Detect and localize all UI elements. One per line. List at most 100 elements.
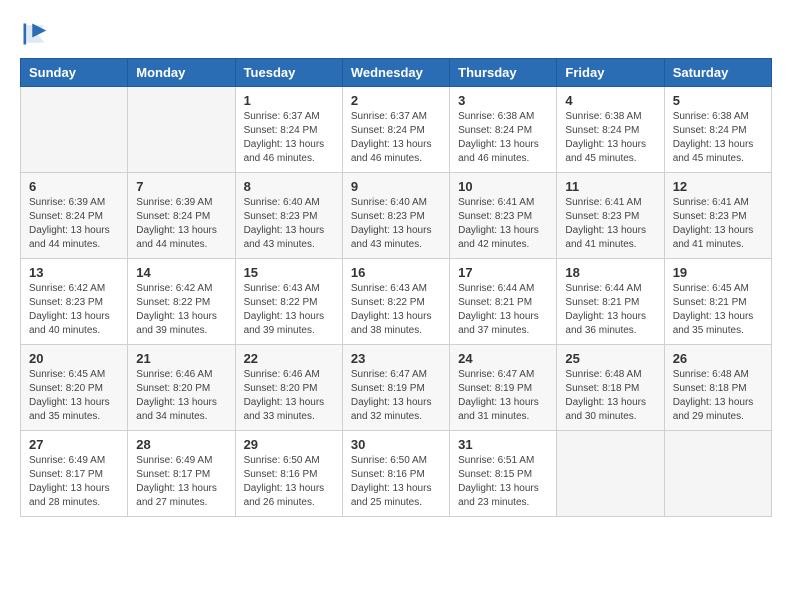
day-number: 1 [244,93,334,108]
day-number: 24 [458,351,548,366]
day-number: 31 [458,437,548,452]
day-number: 14 [136,265,226,280]
table-cell: 20 Sunrise: 6:45 AMSunset: 8:20 PMDayligh… [21,345,128,431]
table-cell: 17Sunrise: 6:44 AMSunset: 8:21 PMDayligh… [450,259,557,345]
day-number: 10 [458,179,548,194]
weekday-header-thursday: Thursday [450,59,557,87]
table-cell: 11Sunrise: 6:41 AMSunset: 8:23 PMDayligh… [557,173,664,259]
day-info: Sunrise: 6:47 AMSunset: 8:19 PMDaylight:… [351,368,441,424]
weekday-header-monday: Monday [128,59,235,87]
day-info: Sunrise: 6:42 AMSunset: 8:22 PMDaylight:… [136,282,226,338]
table-cell: 21 Sunrise: 6:46 AMSunset: 8:20 PMDayligh… [128,345,235,431]
day-info: Sunrise: 6:37 AMSunset: 8:24 PMDaylight:… [244,110,334,166]
day-info: Sunrise: 6:46 AMSunset: 8:20 PMDaylight:… [244,368,334,424]
day-number: 21 [136,351,226,366]
day-info: Sunrise: 6:39 AMSunset: 8:24 PMDaylight:… [136,196,226,252]
table-cell: 23 Sunrise: 6:47 AMSunset: 8:19 PMDayligh… [342,345,449,431]
table-cell: 4 Sunrise: 6:38 AMSunset: 8:24 PMDaylight… [557,87,664,173]
table-cell: 14 Sunrise: 6:42 AMSunset: 8:22 PMDayligh… [128,259,235,345]
day-info: Sunrise: 6:51 AMSunset: 8:15 PMDaylight:… [458,454,548,510]
day-number: 12 [673,179,763,194]
day-number: 5 [673,93,763,108]
day-info: Sunrise: 6:43 AMSunset: 8:22 PMDaylight:… [244,282,334,338]
day-number: 16 [351,265,441,280]
table-cell: 12 Sunrise: 6:41 AMSunset: 8:23 PMDayligh… [664,173,771,259]
day-info: Sunrise: 6:49 AMSunset: 8:17 PMDaylight:… [136,454,226,510]
calendar-table: SundayMondayTuesdayWednesdayThursdayFrid… [20,58,772,517]
day-info: Sunrise: 6:45 AMSunset: 8:21 PMDaylight:… [673,282,763,338]
day-info: Sunrise: 6:44 AMSunset: 8:21 PMDaylight:… [565,282,655,338]
day-info: Sunrise: 6:40 AMSunset: 8:23 PMDaylight:… [351,196,441,252]
table-cell: 9 Sunrise: 6:40 AMSunset: 8:23 PMDaylight… [342,173,449,259]
day-number: 30 [351,437,441,452]
table-cell: 2Sunrise: 6:37 AMSunset: 8:24 PMDaylight… [342,87,449,173]
table-cell: 1 Sunrise: 6:37 AMSunset: 8:24 PMDaylight… [235,87,342,173]
day-info: Sunrise: 6:38 AMSunset: 8:24 PMDaylight:… [673,110,763,166]
table-cell: 8 Sunrise: 6:40 AMSunset: 8:23 PMDaylight… [235,173,342,259]
week-row-3: 13 Sunrise: 6:42 AMSunset: 8:23 PMDayligh… [21,259,772,345]
logo-icon [20,20,48,48]
weekday-header-tuesday: Tuesday [235,59,342,87]
week-row-2: 6 Sunrise: 6:39 AMSunset: 8:24 PMDaylight… [21,173,772,259]
day-info: Sunrise: 6:45 AMSunset: 8:20 PMDaylight:… [29,368,119,424]
table-cell [21,87,128,173]
table-cell [128,87,235,173]
table-cell: 29Sunrise: 6:50 AMSunset: 8:16 PMDayligh… [235,431,342,517]
day-info: Sunrise: 6:38 AMSunset: 8:24 PMDaylight:… [458,110,548,166]
table-cell: 28 Sunrise: 6:49 AMSunset: 8:17 PMDayligh… [128,431,235,517]
day-number: 28 [136,437,226,452]
day-number: 6 [29,179,119,194]
day-info: Sunrise: 6:46 AMSunset: 8:20 PMDaylight:… [136,368,226,424]
day-info: Sunrise: 6:48 AMSunset: 8:18 PMDaylight:… [565,368,655,424]
day-info: Sunrise: 6:38 AMSunset: 8:24 PMDaylight:… [565,110,655,166]
day-info: Sunrise: 6:49 AMSunset: 8:17 PMDaylight:… [29,454,119,510]
day-number: 18 [565,265,655,280]
table-cell [664,431,771,517]
page-header [20,20,772,48]
weekday-header-row: SundayMondayTuesdayWednesdayThursdayFrid… [21,59,772,87]
table-cell: 13 Sunrise: 6:42 AMSunset: 8:23 PMDayligh… [21,259,128,345]
day-number: 22 [244,351,334,366]
day-number: 25 [565,351,655,366]
table-cell: 3 Sunrise: 6:38 AMSunset: 8:24 PMDaylight… [450,87,557,173]
table-cell: 7 Sunrise: 6:39 AMSunset: 8:24 PMDaylight… [128,173,235,259]
day-number: 26 [673,351,763,366]
weekday-header-wednesday: Wednesday [342,59,449,87]
table-cell: 6Sunrise: 6:39 AMSunset: 8:24 PMDaylight… [21,173,128,259]
day-info: Sunrise: 6:41 AMSunset: 8:23 PMDaylight:… [673,196,763,252]
day-info: Sunrise: 6:42 AMSunset: 8:23 PMDaylight:… [29,282,119,338]
table-cell: 10 Sunrise: 6:41 AMSunset: 8:23 PMDayligh… [450,173,557,259]
day-number: 4 [565,93,655,108]
day-number: 13 [29,265,119,280]
day-number: 23 [351,351,441,366]
weekday-header-friday: Friday [557,59,664,87]
week-row-1: 1 Sunrise: 6:37 AMSunset: 8:24 PMDaylight… [21,87,772,173]
table-cell: 31 Sunrise: 6:51 AMSunset: 8:15 PMDayligh… [450,431,557,517]
table-cell: 30 Sunrise: 6:50 AMSunset: 8:16 PMDayligh… [342,431,449,517]
weekday-header-sunday: Sunday [21,59,128,87]
table-cell: 22 Sunrise: 6:46 AMSunset: 8:20 PMDayligh… [235,345,342,431]
table-cell: 19Sunrise: 6:45 AMSunset: 8:21 PMDayligh… [664,259,771,345]
day-info: Sunrise: 6:47 AMSunset: 8:19 PMDaylight:… [458,368,548,424]
day-info: Sunrise: 6:41 AMSunset: 8:23 PMDaylight:… [458,196,548,252]
day-info: Sunrise: 6:50 AMSunset: 8:16 PMDaylight:… [351,454,441,510]
day-number: 29 [244,437,334,452]
day-number: 9 [351,179,441,194]
table-cell: 26 Sunrise: 6:48 AMSunset: 8:18 PMDayligh… [664,345,771,431]
day-number: 15 [244,265,334,280]
weekday-header-saturday: Saturday [664,59,771,87]
table-cell: 5 Sunrise: 6:38 AMSunset: 8:24 PMDaylight… [664,87,771,173]
table-cell: 15 Sunrise: 6:43 AMSunset: 8:22 PMDayligh… [235,259,342,345]
week-row-5: 27 Sunrise: 6:49 AMSunset: 8:17 PMDayligh… [21,431,772,517]
logo [20,20,52,48]
table-cell: 18 Sunrise: 6:44 AMSunset: 8:21 PMDayligh… [557,259,664,345]
day-info: Sunrise: 6:48 AMSunset: 8:18 PMDaylight:… [673,368,763,424]
day-info: Sunrise: 6:40 AMSunset: 8:23 PMDaylight:… [244,196,334,252]
day-number: 27 [29,437,119,452]
day-number: 2 [351,93,441,108]
day-info: Sunrise: 6:43 AMSunset: 8:22 PMDaylight:… [351,282,441,338]
day-number: 3 [458,93,548,108]
day-number: 7 [136,179,226,194]
day-number: 20 [29,351,119,366]
day-number: 8 [244,179,334,194]
